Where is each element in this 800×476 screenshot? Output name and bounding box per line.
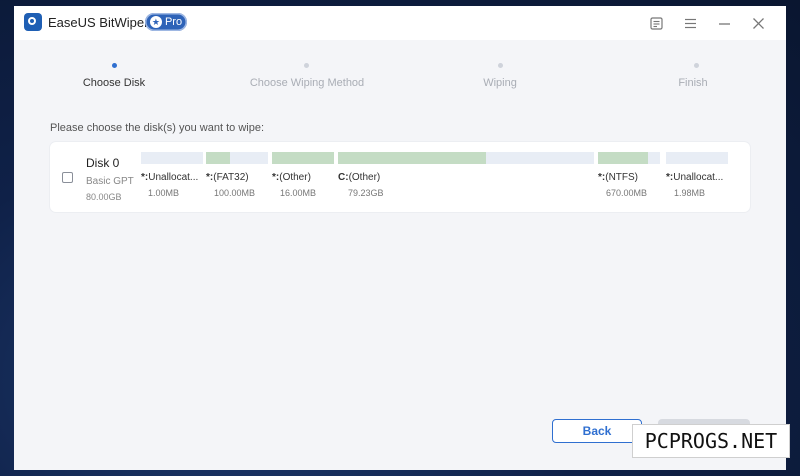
partition-bar [272, 152, 334, 164]
partition-6: *:Unallocat... 1.98MB [666, 152, 728, 198]
disk-checkbox[interactable] [62, 172, 73, 183]
partition-2: *:(FAT32) 100.00MB [206, 152, 268, 198]
partition-1: *:Unallocat... 1.00MB [141, 152, 203, 198]
partition-used-fill [272, 152, 334, 164]
partition-used-fill [598, 152, 648, 164]
app-title: EaseUS BitWiper [48, 15, 149, 30]
partition-size: 1.00MB [148, 188, 180, 198]
step-choose-disk: Choose Disk [82, 77, 146, 89]
step-dot-4 [694, 63, 699, 68]
back-button[interactable]: Back [552, 419, 642, 443]
partition-bar [598, 152, 660, 164]
title-bar: EaseUS BitWiper ★ Pro [14, 6, 786, 40]
step-progress-track [114, 65, 674, 67]
step-choose-wiping-method: Choose Wiping Method [249, 77, 365, 89]
step-dot-3 [498, 63, 503, 68]
partition-4: C:(Other) 79.23GB [338, 152, 594, 198]
disk-type: Basic GPT [86, 176, 134, 187]
feedback-icon[interactable] [648, 15, 664, 31]
partition-label: *:Unallocat... [141, 172, 199, 183]
disk-name: Disk 0 [86, 156, 120, 170]
step-finish: Finish [678, 77, 708, 89]
main-content: Choose Disk Choose Wiping Method Wiping … [14, 40, 786, 470]
partition-label: *:(FAT32) [206, 172, 249, 183]
partition-used-fill [338, 152, 487, 164]
partition-bar [206, 152, 268, 164]
step-dot-1 [112, 63, 117, 68]
star-icon: ★ [149, 16, 162, 28]
partition-size: 670.00MB [606, 188, 648, 198]
partition-label: *:(Other) [272, 172, 311, 183]
partition-bar [666, 152, 728, 164]
site-watermark: PCPROGS.NET [632, 424, 790, 458]
pro-badge-label: Pro [164, 16, 183, 28]
partition-size: 79.23GB [348, 188, 384, 198]
app-logo-icon [24, 13, 42, 31]
partition-size: 100.00MB [214, 188, 256, 198]
partition-5: *:(NTFS) 670.00MB [598, 152, 660, 198]
partition-bar [141, 152, 203, 164]
partition-3: *:(Other) 16.00MB [272, 152, 334, 198]
partition-size: 1.98MB [674, 188, 706, 198]
minimize-icon[interactable] [716, 15, 732, 31]
step-dot-2 [304, 63, 309, 68]
partition-label: C:(Other) [338, 172, 381, 183]
partition-label: *:(NTFS) [598, 172, 639, 183]
instruction-text: Please choose the disk(s) you want to wi… [50, 122, 265, 134]
partition-bar [338, 152, 594, 164]
app-window: EaseUS BitWiper ★ Pro Choose Disk Choose… [14, 6, 786, 470]
menu-icon[interactable] [682, 15, 698, 31]
close-icon[interactable] [750, 15, 766, 31]
partition-size: 16.00MB [280, 188, 317, 198]
pro-badge: ★ Pro [145, 13, 187, 31]
partition-label: *:Unallocat... [666, 172, 724, 183]
disk-size: 80.00GB [86, 192, 122, 202]
disk-card[interactable]: Disk 0 Basic GPT 80.00GB *:Unallocat... … [50, 142, 750, 212]
step-wiping: Wiping [483, 77, 517, 89]
partition-used-fill [206, 152, 230, 164]
